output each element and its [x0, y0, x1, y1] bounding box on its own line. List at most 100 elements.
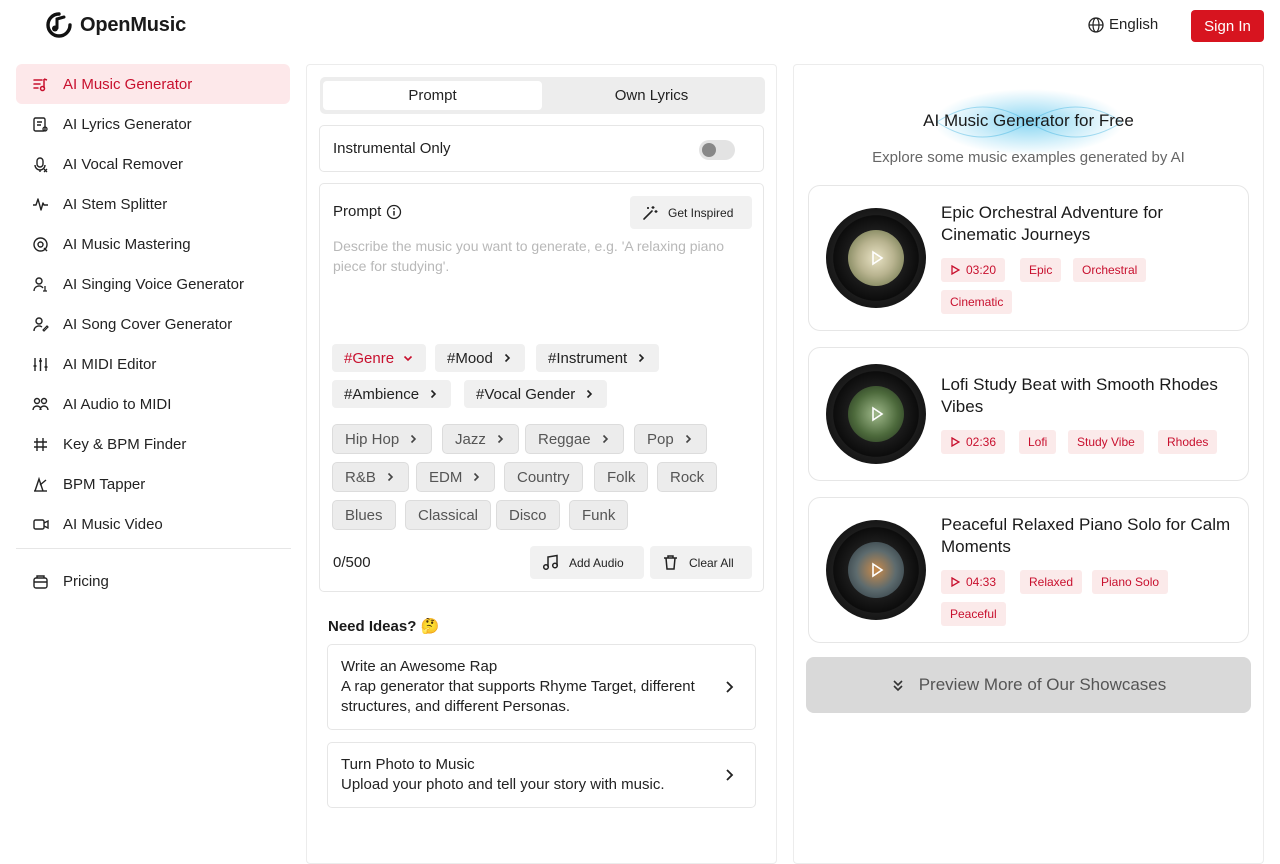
- sidebar-item-ai-audio-to-midi[interactable]: AI Audio to MIDI: [16, 384, 290, 424]
- chevron-right-icon: [411, 434, 417, 444]
- duration-badge[interactable]: 02:36: [941, 430, 1006, 454]
- track-tag[interactable]: Piano Solo: [1092, 570, 1169, 594]
- genre-tag-classical[interactable]: Classical: [405, 500, 492, 530]
- language-label: English: [1109, 16, 1159, 33]
- genre-label: Pop: [647, 430, 674, 448]
- get-inspired-button[interactable]: Get Inspired: [630, 196, 752, 229]
- language-selector[interactable]: English: [1088, 16, 1158, 33]
- sidebar-item-label: AI Song Cover Generator: [63, 315, 233, 333]
- add-audio-button[interactable]: Add Audio: [530, 546, 644, 579]
- play-icon: [951, 265, 960, 275]
- info-icon[interactable]: [386, 204, 402, 220]
- genre-tag-pop[interactable]: Pop: [634, 424, 707, 454]
- prompt-label: Prompt: [333, 203, 382, 220]
- sidebar-item-label: AI Music Video: [63, 515, 163, 533]
- genre-tag-folk[interactable]: Folk: [594, 462, 649, 492]
- showcase-card[interactable]: Lofi Study Beat with Smooth Rhodes Vibes…: [808, 347, 1249, 481]
- track-tag[interactable]: Study Vibe: [1068, 430, 1144, 454]
- instrumental-row: Instrumental Only: [319, 125, 764, 172]
- sidebar-item-ai-music-video[interactable]: AI Music Video: [16, 504, 290, 544]
- chevron-right-icon: [504, 353, 511, 363]
- sidebar-item-pricing[interactable]: Pricing: [16, 561, 290, 601]
- chevron-down-icon: [403, 355, 413, 362]
- genre-tag-disco[interactable]: Disco: [496, 500, 560, 530]
- sidebar-item-label: Pricing: [63, 572, 109, 590]
- sidebar-item-ai-music-mastering[interactable]: AI Music Mastering: [16, 224, 290, 264]
- album-disc[interactable]: [826, 364, 926, 464]
- genre-label: Rock: [670, 468, 705, 486]
- genre-tag-reggae[interactable]: Reggae: [525, 424, 624, 454]
- showcase-card[interactable]: Peaceful Relaxed Piano Solo for Calm Mom…: [808, 497, 1249, 643]
- prompt-input[interactable]: [333, 236, 743, 316]
- duration-badge[interactable]: 04:33: [941, 570, 1006, 594]
- category-label: #Ambience: [344, 385, 420, 403]
- chevron-right-icon: [685, 434, 691, 444]
- track-tag[interactable]: Rhodes: [1158, 430, 1218, 454]
- sidebar-item-ai-song-cover-generator[interactable]: AI Song Cover Generator: [16, 304, 290, 344]
- category-label: #Genre: [344, 349, 395, 367]
- showcase-subtitle: Explore some music examples generated by…: [872, 149, 1185, 166]
- category-instrument[interactable]: #Instrument: [536, 344, 660, 372]
- duration-badge[interactable]: 03:20: [941, 258, 1006, 282]
- tab-prompt[interactable]: Prompt: [323, 81, 542, 110]
- tap-icon: [34, 476, 47, 492]
- sidebar-item-ai-singing-voice-generator[interactable]: AI Singing Voice Generator: [16, 264, 290, 304]
- genre-tag-rock[interactable]: Rock: [657, 462, 718, 492]
- instrumental-toggle[interactable]: [699, 140, 735, 160]
- genre-tag-blues[interactable]: Blues: [332, 500, 396, 530]
- category-label: #Mood: [447, 349, 493, 367]
- category-genre[interactable]: #Genre: [332, 344, 427, 372]
- track-tag[interactable]: Lofi: [1019, 430, 1057, 454]
- sliders-icon: [33, 357, 48, 371]
- brand-logo[interactable]: OpenMusic: [46, 12, 186, 38]
- showcase-title: AI Music Generator for Free: [923, 111, 1134, 130]
- genre-label: Blues: [345, 506, 383, 524]
- sidebar-item-ai-stem-splitter[interactable]: AI Stem Splitter: [16, 184, 290, 224]
- idea-card-rap[interactable]: Write an Awesome Rap A rap generator tha…: [327, 644, 756, 730]
- sidebar-item-ai-music-generator[interactable]: AI Music Generator: [16, 64, 290, 104]
- track-tag[interactable]: Cinematic: [941, 290, 1013, 314]
- clear-all-button[interactable]: Clear All: [650, 546, 752, 579]
- idea-card-photo[interactable]: Turn Photo to Music Upload your photo an…: [327, 742, 756, 808]
- album-disc[interactable]: [826, 520, 926, 620]
- audio-to-midi-icon: [32, 397, 49, 410]
- waveform-icon: [33, 197, 48, 211]
- track-tag[interactable]: Epic: [1020, 258, 1062, 282]
- genre-label: R&B: [345, 468, 376, 486]
- track-tag[interactable]: Peaceful: [941, 602, 1006, 626]
- prompt-label-row: Prompt: [333, 203, 402, 220]
- sidebar-item-label: AI Lyrics Generator: [63, 115, 192, 133]
- sidebar-item-ai-midi-editor[interactable]: AI MIDI Editor: [16, 344, 290, 384]
- genre-tag-jazz[interactable]: Jazz: [442, 424, 519, 454]
- get-inspired-label: Get Inspired: [668, 205, 734, 220]
- album-disc[interactable]: [826, 208, 926, 308]
- showcase-card[interactable]: Epic Orchestral Adventure for Cinematic …: [808, 185, 1249, 331]
- openmusic-logo-icon: [46, 12, 72, 38]
- genre-tag-funk[interactable]: Funk: [569, 500, 629, 530]
- instrumental-label: Instrumental Only: [333, 140, 451, 157]
- sidebar-item-bpm-tapper[interactable]: BPM Tapper: [16, 464, 290, 504]
- tab-own-lyrics[interactable]: Own Lyrics: [542, 81, 761, 110]
- mode-tabs: Prompt Own Lyrics: [320, 77, 765, 114]
- preview-more-button[interactable]: Preview More of Our Showcases: [806, 657, 1251, 713]
- genre-label: Folk: [607, 468, 636, 486]
- genre-tag-hip-hop[interactable]: Hip Hop: [332, 424, 433, 454]
- sign-in-button[interactable]: Sign In: [1191, 10, 1264, 42]
- clear-all-label: Clear All: [689, 555, 734, 570]
- category-mood[interactable]: #Mood: [435, 344, 525, 372]
- toggle-knob: [702, 143, 716, 157]
- category-label: #Vocal Gender: [476, 385, 576, 403]
- sidebar-item-ai-lyrics-generator[interactable]: AI Lyrics Generator: [16, 104, 290, 144]
- idea-title: Turn Photo to Music: [341, 756, 475, 773]
- sidebar-item-key-bpm-finder[interactable]: Key & BPM Finder: [16, 424, 290, 464]
- music-note-icon: [542, 554, 559, 571]
- genre-tag-rnb[interactable]: R&B: [332, 462, 409, 492]
- category-ambience[interactable]: #Ambience: [332, 380, 452, 408]
- track-tag[interactable]: Relaxed: [1020, 570, 1083, 594]
- genre-tag-country[interactable]: Country: [504, 462, 583, 492]
- track-tag[interactable]: Orchestral: [1073, 258, 1147, 282]
- sidebar-item-ai-vocal-remover[interactable]: AI Vocal Remover: [16, 144, 290, 184]
- category-vocal-gender[interactable]: #Vocal Gender: [464, 380, 608, 408]
- genre-label: Jazz: [455, 430, 486, 448]
- genre-tag-edm[interactable]: EDM: [416, 462, 496, 492]
